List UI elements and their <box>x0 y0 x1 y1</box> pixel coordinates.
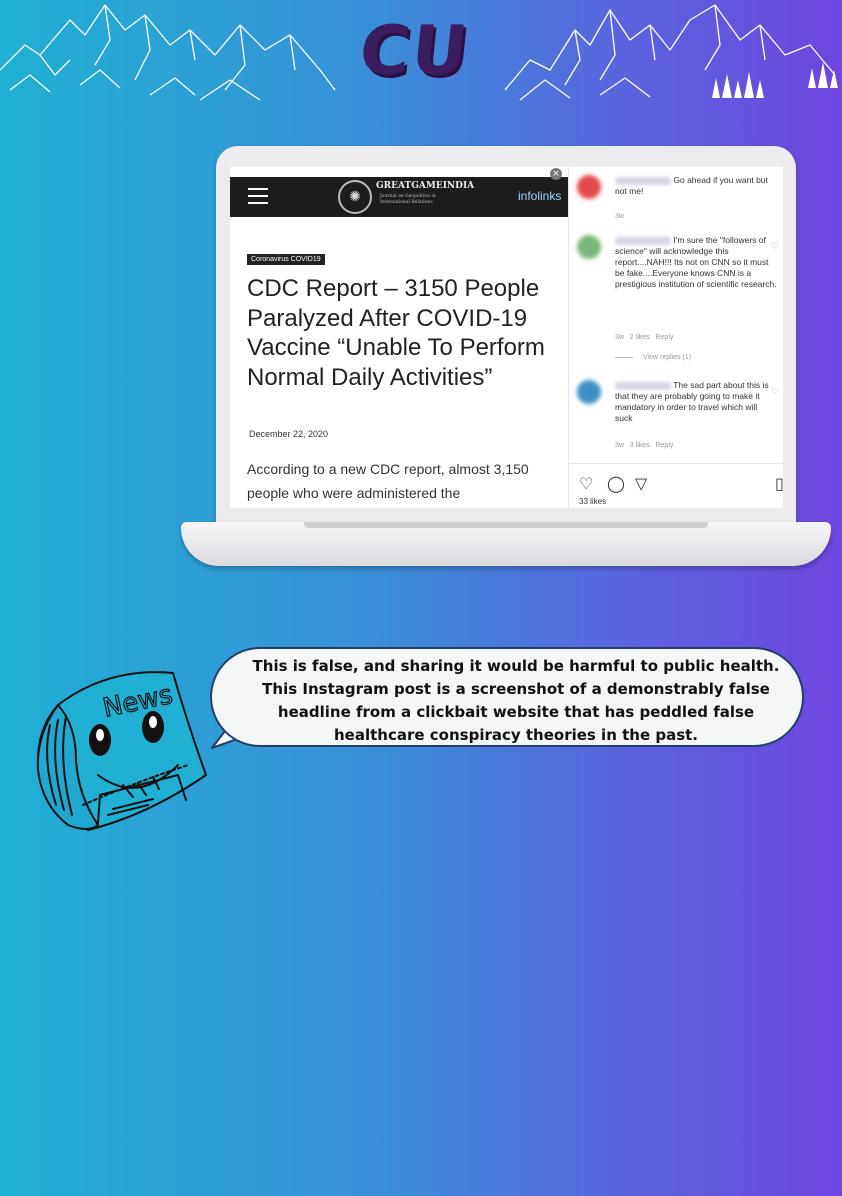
heart-icon[interactable]: ♡ <box>579 474 593 493</box>
avatar <box>577 175 601 199</box>
username-blurred <box>615 381 671 390</box>
laptop-notch <box>304 522 708 528</box>
category-tag: Coronavirus COVID19 <box>247 254 325 265</box>
article-body: According to a new CDC report, almost 3,… <box>247 461 529 501</box>
menu-icon <box>248 188 268 204</box>
comment-likes: 2 likes <box>629 334 650 341</box>
comment-age: 3w <box>615 442 624 449</box>
close-icon: × <box>550 168 562 180</box>
like-comment-icon[interactable]: ♡ <box>771 241 779 252</box>
laptop-base <box>181 522 831 566</box>
reply-link[interactable]: Reply <box>655 334 673 341</box>
ad-label: infolinks <box>518 189 562 203</box>
comment-item: The sad part about this is that they are… <box>577 380 779 460</box>
comment-meta: 3w <box>615 211 624 222</box>
site-emblem-icon: ✺ <box>338 180 372 214</box>
comment-age: 3w <box>615 334 624 341</box>
instagram-action-bar: ♡ ◯ ▽ ▯ 33 likes <box>569 463 783 508</box>
article-date: December 22, 2020 <box>249 429 329 439</box>
laptop-screen: ✺ GREATGAMEINDIA Journal on Geopolitics … <box>230 167 783 508</box>
like-count: 33 likes <box>579 497 607 506</box>
avatar <box>577 235 601 259</box>
article-headline: CDC Report – 3150 People Paralyzed After… <box>247 275 545 391</box>
comment-item: Go ahead if you want but not me! 3w <box>577 175 777 225</box>
instagram-comments-panel: Go ahead if you want but not me! 3w I'm … <box>568 167 783 508</box>
comment-likes: 3 likes <box>629 442 650 449</box>
share-icon[interactable]: ▽ <box>635 474 647 493</box>
comment-icon[interactable]: ◯ <box>607 474 625 493</box>
reply-link[interactable]: Reply <box>655 442 673 449</box>
view-replies-link[interactable]: View replies (1) <box>615 354 691 361</box>
fact-check-text: This is false, and sharing it would be h… <box>252 657 780 744</box>
newspaper-mascot-icon: News <box>36 671 207 831</box>
article-screenshot: ✺ GREATGAMEINDIA Journal on Geopolitics … <box>230 167 568 508</box>
username-blurred <box>615 236 671 245</box>
site-subtitle: Journal on Geopolitics & International R… <box>380 194 436 205</box>
username-blurred <box>615 176 671 185</box>
bookmark-icon[interactable]: ▯ <box>775 474 783 493</box>
avatar <box>577 380 601 404</box>
site-name: GREATGAMEINDIA <box>376 181 475 191</box>
logo: CU <box>355 12 474 91</box>
like-comment-icon[interactable]: ♡ <box>771 386 779 397</box>
comment-meta: 3w 2 likes Reply <box>615 332 673 343</box>
comment-item: I'm sure the "followers of science" will… <box>577 235 779 345</box>
site-header: ✺ GREATGAMEINDIA Journal on Geopolitics … <box>230 177 568 217</box>
comment-age: 3w <box>615 213 624 220</box>
comment-meta: 3w 3 likes Reply <box>615 440 673 451</box>
